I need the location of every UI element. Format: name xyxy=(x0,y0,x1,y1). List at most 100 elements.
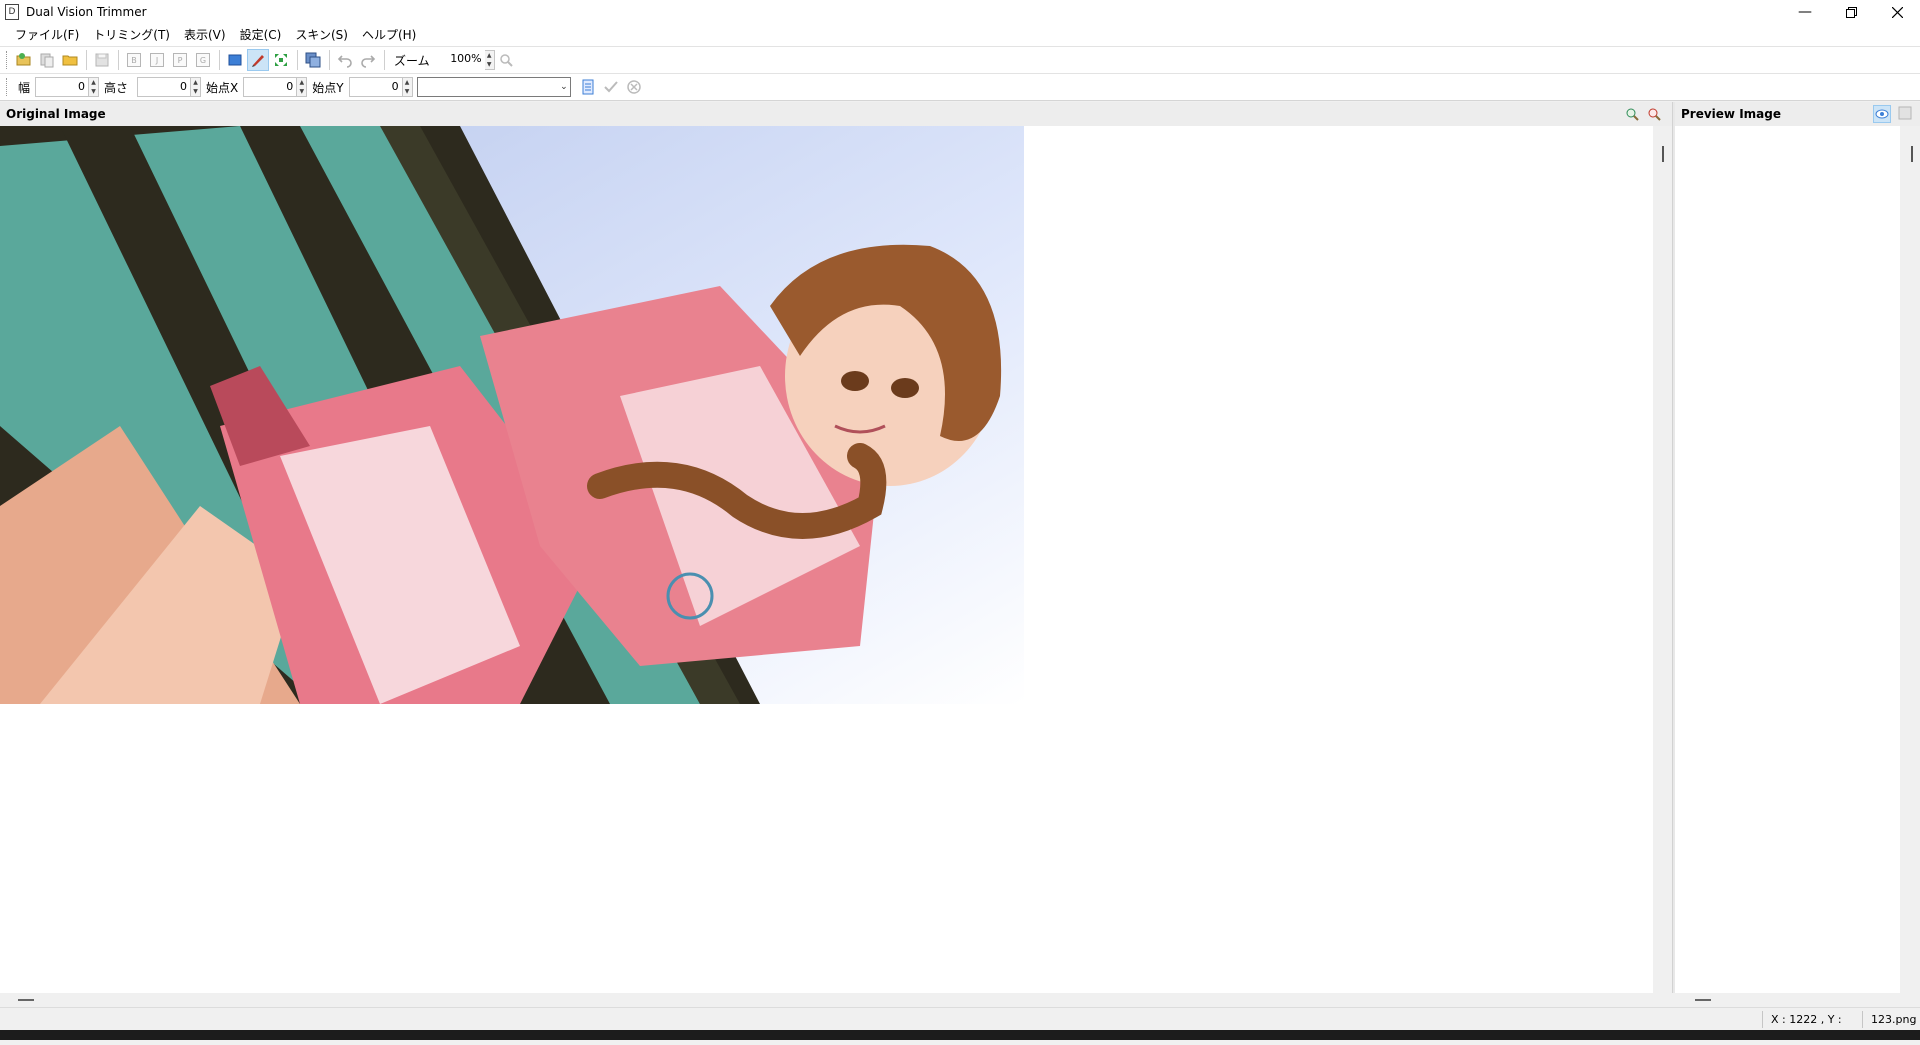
original-image-title: Original Image xyxy=(6,107,106,121)
format-g-button[interactable]: G xyxy=(192,49,214,71)
zoom-out-icon xyxy=(1648,108,1661,121)
select-rect-button[interactable] xyxy=(224,49,246,71)
redo-button[interactable] xyxy=(357,49,379,71)
zoom-stepper[interactable]: 100% ▲ ▼ xyxy=(449,50,495,70)
width-input[interactable]: 0 xyxy=(35,77,90,97)
spin-up-icon[interactable]: ▲ xyxy=(297,78,306,87)
preset-save-button[interactable] xyxy=(577,76,599,98)
zoom-value[interactable]: 100% xyxy=(449,50,485,70)
menu-file[interactable]: ファイル(F) xyxy=(8,24,86,46)
folder-button[interactable] xyxy=(59,49,81,71)
spin-down-icon[interactable]: ▼ xyxy=(89,87,98,96)
menu-skin[interactable]: スキン(S) xyxy=(288,24,355,46)
close-button[interactable] xyxy=(1874,0,1920,24)
zoom-in-button[interactable] xyxy=(1624,106,1640,122)
draw-pen-button[interactable] xyxy=(247,49,269,71)
loaded-image[interactable] xyxy=(0,126,1024,704)
minimize-button[interactable]: — xyxy=(1782,0,1828,24)
width-spin-arrows[interactable]: ▲ ▼ xyxy=(89,77,100,97)
spin-up-icon[interactable]: ▲ xyxy=(89,78,98,87)
paste-button[interactable] xyxy=(36,49,58,71)
restore-button[interactable] xyxy=(1828,0,1874,24)
magnifier-icon xyxy=(499,54,513,67)
open-button[interactable] xyxy=(13,49,35,71)
height-spin-arrows[interactable]: ▲ ▼ xyxy=(191,77,202,97)
preview-header-tools xyxy=(1873,105,1913,123)
spin-down-icon[interactable]: ▼ xyxy=(191,87,200,96)
start-y-spin-arrows[interactable]: ▲ ▼ xyxy=(402,77,413,97)
scroll-thumb[interactable] xyxy=(1911,146,1913,162)
copy-layer-button[interactable] xyxy=(302,49,324,71)
clipboard-icon xyxy=(40,53,54,68)
eye-icon xyxy=(1875,109,1889,119)
checkmark-icon xyxy=(603,81,618,93)
spin-down-icon[interactable]: ▼ xyxy=(485,60,494,69)
start-x-stepper[interactable]: 0 ▲ ▼ xyxy=(243,77,308,97)
spin-down-icon[interactable]: ▼ xyxy=(297,87,306,96)
save-button[interactable] xyxy=(91,49,113,71)
format-p-button[interactable]: P xyxy=(169,49,191,71)
preview-vertical-scrollbar[interactable] xyxy=(1900,126,1920,993)
start-y-stepper[interactable]: 0 ▲ ▼ xyxy=(348,77,413,97)
preset-dropdown[interactable]: ⌄ xyxy=(416,77,571,97)
preview-image-canvas[interactable] xyxy=(1675,126,1920,993)
width-stepper[interactable]: 0 ▲ ▼ xyxy=(35,77,100,97)
format-j-icon: J xyxy=(150,53,164,67)
toolbar-separator xyxy=(86,50,87,70)
fit-button[interactable] xyxy=(270,49,292,71)
format-p-icon: P xyxy=(173,53,187,67)
menu-bar: ファイル(F) トリミング(T) 表示(V) 設定(C) スキン(S) ヘルプ(… xyxy=(0,24,1920,46)
zoom-in-icon xyxy=(1626,108,1639,121)
preview-horizontal-scrollbar[interactable] xyxy=(1675,993,1920,1007)
zoom-out-button[interactable] xyxy=(1646,106,1662,122)
preview-save-button[interactable] xyxy=(1897,105,1913,121)
original-image-canvas[interactable] xyxy=(0,126,1653,993)
zoom-spin-arrows[interactable]: ▲ ▼ xyxy=(484,50,495,70)
status-bar: X : 1222 , Y : 332 123.png xyxy=(0,1007,1920,1043)
start-y-input[interactable]: 0 xyxy=(348,77,403,97)
menu-help[interactable]: ヘルプ(H) xyxy=(355,24,423,46)
apply-button[interactable] xyxy=(600,76,622,98)
open-folder-icon xyxy=(16,53,31,66)
start-x-spin-arrows[interactable]: ▲ ▼ xyxy=(297,77,308,97)
original-horizontal-scrollbar[interactable] xyxy=(0,993,1672,1007)
format-b-button[interactable]: B xyxy=(123,49,145,71)
scroll-thumb[interactable] xyxy=(1695,999,1711,1001)
chevron-down-icon: ⌄ xyxy=(560,82,568,92)
spin-up-icon[interactable]: ▲ xyxy=(485,51,494,60)
spin-up-icon[interactable]: ▲ xyxy=(191,78,200,87)
undo-button[interactable] xyxy=(334,49,356,71)
rectangle-select-icon xyxy=(228,54,242,66)
trim-toolbar: 幅 0 ▲ ▼ 高さ 0 ▲ ▼ 始点X 0 ▲ ▼ 始点Y 0 ▲ ▼ ⌄ xyxy=(0,74,1920,101)
pen-icon xyxy=(252,55,264,67)
menu-view[interactable]: 表示(V) xyxy=(177,24,233,46)
preview-image-header: Preview Image xyxy=(1675,102,1920,126)
original-header-tools xyxy=(1624,106,1662,122)
spin-down-icon[interactable]: ▼ xyxy=(403,87,412,96)
start-x-label: 始点X xyxy=(206,80,239,95)
height-stepper[interactable]: 0 ▲ ▼ xyxy=(137,77,202,97)
menu-settings[interactable]: 設定(C) xyxy=(233,24,289,46)
menu-trimming[interactable]: トリミング(T) xyxy=(86,24,177,46)
clear-button[interactable] xyxy=(623,76,645,98)
toolbar-separator xyxy=(297,50,298,70)
width-label: 幅 xyxy=(18,80,31,95)
start-x-input[interactable]: 0 xyxy=(243,77,298,97)
scroll-thumb[interactable] xyxy=(1662,146,1664,162)
scroll-thumb[interactable] xyxy=(18,999,34,1001)
toolbar-separator xyxy=(384,50,385,70)
window-title: Dual Vision Trimmer xyxy=(26,5,147,19)
format-j-button[interactable]: J xyxy=(146,49,168,71)
toolbar-grip[interactable] xyxy=(6,78,9,96)
undo-icon xyxy=(337,55,352,68)
height-input[interactable]: 0 xyxy=(137,77,192,97)
save-disk-icon xyxy=(1898,106,1912,120)
original-vertical-scrollbar[interactable] xyxy=(1653,126,1673,993)
preview-image-title: Preview Image xyxy=(1681,107,1781,121)
toolbar-grip[interactable] xyxy=(6,51,9,69)
spin-up-icon[interactable]: ▲ xyxy=(403,78,412,87)
preset-value xyxy=(418,80,421,94)
restore-icon xyxy=(1845,6,1857,18)
zoom-search-button[interactable] xyxy=(495,49,517,71)
preview-toggle-button[interactable] xyxy=(1873,105,1891,123)
